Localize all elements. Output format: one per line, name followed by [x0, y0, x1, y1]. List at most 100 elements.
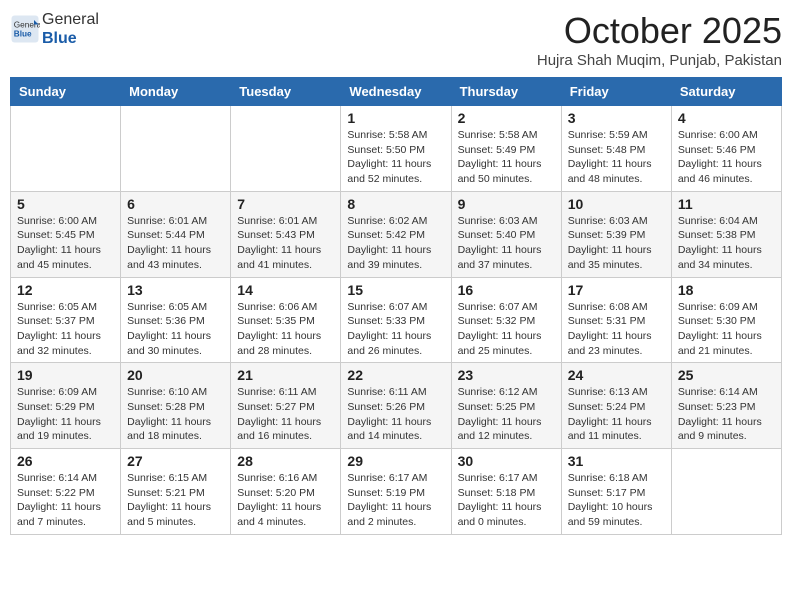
calendar-empty-cell — [121, 106, 231, 192]
calendar-day-29: 29Sunrise: 6:17 AMSunset: 5:19 PMDayligh… — [341, 449, 451, 535]
calendar-day-6: 6 Sunrise: 6:01 AMSunset: 5:44 PMDaylight… — [121, 191, 231, 277]
day-number: 1 — [347, 110, 444, 126]
day-number: 2 — [458, 110, 555, 126]
day-info: Sunrise: 5:58 AMSunset: 5:49 PMDaylight:… — [458, 128, 555, 187]
day-info: Sunrise: 6:12 AMSunset: 5:25 PMDaylight:… — [458, 385, 555, 444]
day-number: 14 — [237, 282, 334, 298]
svg-text:General: General — [14, 21, 40, 30]
calendar-day-13: 13 Sunrise: 6:05 AMSunset: 5:36 PMDayligh… — [121, 277, 231, 363]
day-number: 17 — [568, 282, 665, 298]
day-info: Sunrise: 6:04 AMSunset: 5:38 PMDaylight:… — [678, 214, 775, 273]
logo-text: General Blue — [42, 10, 99, 48]
weekday-header-tuesday: Tuesday — [231, 78, 341, 106]
day-info: Sunrise: 6:05 AMSunset: 5:37 PMDaylight:… — [17, 300, 114, 359]
calendar-day-12: 12 Sunrise: 6:05 AMSunset: 5:37 PMDayligh… — [11, 277, 121, 363]
day-info: Sunrise: 6:15 AMSunset: 5:21 PMDaylight:… — [127, 471, 224, 530]
calendar-day-11: 11 Sunrise: 6:04 AMSunset: 5:38 PMDayligh… — [671, 191, 781, 277]
calendar-week-row: 19 Sunrise: 6:09 AMSunset: 5:29 PMDayligh… — [11, 363, 782, 449]
day-number: 11 — [678, 196, 775, 212]
day-number: 5 — [17, 196, 114, 212]
day-info: Sunrise: 6:07 AMSunset: 5:33 PMDaylight:… — [347, 300, 444, 359]
calendar-day-15: 15 Sunrise: 6:07 AMSunset: 5:33 PMDayligh… — [341, 277, 451, 363]
day-number: 25 — [678, 367, 775, 383]
day-number: 7 — [237, 196, 334, 212]
day-info: Sunrise: 6:00 AMSunset: 5:45 PMDaylight:… — [17, 214, 114, 273]
day-info: Sunrise: 6:09 AMSunset: 5:30 PMDaylight:… — [678, 300, 775, 359]
day-info: Sunrise: 6:03 AMSunset: 5:40 PMDaylight:… — [458, 214, 555, 273]
calendar-day-4: 4Sunrise: 6:00 AMSunset: 5:46 PMDaylight… — [671, 106, 781, 192]
day-info: Sunrise: 5:59 AMSunset: 5:48 PMDaylight:… — [568, 128, 665, 187]
day-info: Sunrise: 6:14 AMSunset: 5:23 PMDaylight:… — [678, 385, 775, 444]
day-info: Sunrise: 5:58 AMSunset: 5:50 PMDaylight:… — [347, 128, 444, 187]
page-header: General Blue General Blue October 2025 H… — [10, 10, 782, 69]
day-number: 12 — [17, 282, 114, 298]
day-number: 10 — [568, 196, 665, 212]
day-number: 22 — [347, 367, 444, 383]
calendar-empty-cell — [671, 449, 781, 535]
calendar-week-row: 12 Sunrise: 6:05 AMSunset: 5:37 PMDayligh… — [11, 277, 782, 363]
day-number: 31 — [568, 453, 665, 469]
weekday-header-thursday: Thursday — [451, 78, 561, 106]
calendar-day-3: 3 Sunrise: 5:59 AMSunset: 5:48 PMDaylight… — [561, 106, 671, 192]
calendar-day-19: 19 Sunrise: 6:09 AMSunset: 5:29 PMDayligh… — [11, 363, 121, 449]
day-number: 23 — [458, 367, 555, 383]
calendar-day-9: 9 Sunrise: 6:03 AMSunset: 5:40 PMDaylight… — [451, 191, 561, 277]
day-info: Sunrise: 6:05 AMSunset: 5:36 PMDaylight:… — [127, 300, 224, 359]
calendar-day-8: 8 Sunrise: 6:02 AMSunset: 5:42 PMDaylight… — [341, 191, 451, 277]
calendar-day-25: 25 Sunrise: 6:14 AMSunset: 5:23 PMDayligh… — [671, 363, 781, 449]
day-number: 18 — [678, 282, 775, 298]
calendar-day-5: 5 Sunrise: 6:00 AMSunset: 5:45 PMDaylight… — [11, 191, 121, 277]
day-number: 21 — [237, 367, 334, 383]
weekday-header-monday: Monday — [121, 78, 231, 106]
logo-general: General — [42, 11, 99, 28]
calendar-day-16: 16Sunrise: 6:07 AMSunset: 5:32 PMDayligh… — [451, 277, 561, 363]
day-number: 26 — [17, 453, 114, 469]
calendar-day-10: 10 Sunrise: 6:03 AMSunset: 5:39 PMDayligh… — [561, 191, 671, 277]
calendar-week-row: 5 Sunrise: 6:00 AMSunset: 5:45 PMDaylight… — [11, 191, 782, 277]
day-info: Sunrise: 6:16 AMSunset: 5:20 PMDaylight:… — [237, 471, 334, 530]
calendar-day-7: 7Sunrise: 6:01 AMSunset: 5:43 PMDaylight… — [231, 191, 341, 277]
logo-icon: General Blue — [10, 14, 40, 44]
day-info: Sunrise: 6:01 AMSunset: 5:44 PMDaylight:… — [127, 214, 224, 273]
calendar-day-31: 31 Sunrise: 6:18 AMSunset: 5:17 PMDayligh… — [561, 449, 671, 535]
day-info: Sunrise: 6:17 AMSunset: 5:19 PMDaylight:… — [347, 471, 444, 530]
day-info: Sunrise: 6:06 AMSunset: 5:35 PMDaylight:… — [237, 300, 334, 359]
day-info: Sunrise: 6:13 AMSunset: 5:24 PMDaylight:… — [568, 385, 665, 444]
day-info: Sunrise: 6:08 AMSunset: 5:31 PMDaylight:… — [568, 300, 665, 359]
day-number: 15 — [347, 282, 444, 298]
day-info: Sunrise: 6:10 AMSunset: 5:28 PMDaylight:… — [127, 385, 224, 444]
svg-text:Blue: Blue — [14, 30, 32, 39]
day-number: 6 — [127, 196, 224, 212]
day-info: Sunrise: 6:07 AMSunset: 5:32 PMDaylight:… — [458, 300, 555, 359]
day-number: 8 — [347, 196, 444, 212]
day-info: Sunrise: 6:09 AMSunset: 5:29 PMDaylight:… — [17, 385, 114, 444]
calendar-day-14: 14 Sunrise: 6:06 AMSunset: 5:35 PMDayligh… — [231, 277, 341, 363]
weekday-header-friday: Friday — [561, 78, 671, 106]
day-number: 28 — [237, 453, 334, 469]
day-info: Sunrise: 6:11 AMSunset: 5:26 PMDaylight:… — [347, 385, 444, 444]
calendar-table: SundayMondayTuesdayWednesdayThursdayFrid… — [10, 77, 782, 535]
calendar-day-2: 2 Sunrise: 5:58 AMSunset: 5:49 PMDaylight… — [451, 106, 561, 192]
day-info: Sunrise: 6:02 AMSunset: 5:42 PMDaylight:… — [347, 214, 444, 273]
day-info: Sunrise: 6:17 AMSunset: 5:18 PMDaylight:… — [458, 471, 555, 530]
month-title: October 2025 — [537, 10, 782, 52]
day-number: 19 — [17, 367, 114, 383]
calendar-week-row: 26 Sunrise: 6:14 AMSunset: 5:22 PMDayligh… — [11, 449, 782, 535]
day-info: Sunrise: 6:03 AMSunset: 5:39 PMDaylight:… — [568, 214, 665, 273]
day-info: Sunrise: 6:18 AMSunset: 5:17 PMDaylight:… — [568, 471, 665, 530]
day-number: 27 — [127, 453, 224, 469]
calendar-day-1: 1 Sunrise: 5:58 AMSunset: 5:50 PMDaylight… — [341, 106, 451, 192]
day-number: 3 — [568, 110, 665, 126]
calendar-empty-cell — [231, 106, 341, 192]
calendar-day-23: 23 Sunrise: 6:12 AMSunset: 5:25 PMDayligh… — [451, 363, 561, 449]
day-number: 9 — [458, 196, 555, 212]
calendar-day-24: 24 Sunrise: 6:13 AMSunset: 5:24 PMDayligh… — [561, 363, 671, 449]
day-number: 24 — [568, 367, 665, 383]
day-number: 30 — [458, 453, 555, 469]
day-info: Sunrise: 6:14 AMSunset: 5:22 PMDaylight:… — [17, 471, 114, 530]
calendar-day-30: 30 Sunrise: 6:17 AMSunset: 5:18 PMDayligh… — [451, 449, 561, 535]
weekday-header-saturday: Saturday — [671, 78, 781, 106]
calendar-day-21: 21Sunrise: 6:11 AMSunset: 5:27 PMDayligh… — [231, 363, 341, 449]
day-number: 13 — [127, 282, 224, 298]
weekday-header-row: SundayMondayTuesdayWednesdayThursdayFrid… — [11, 78, 782, 106]
